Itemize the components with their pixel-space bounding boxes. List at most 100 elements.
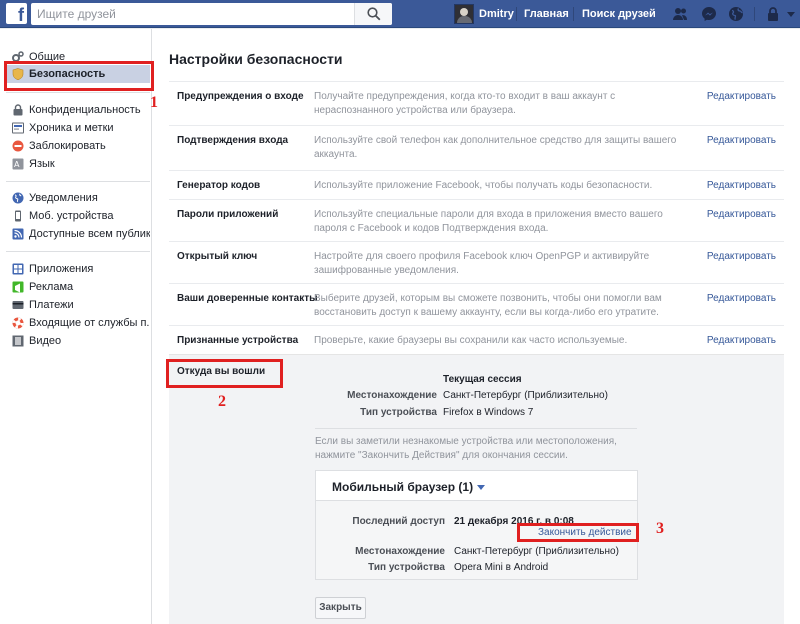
sidebar-item-timeline[interactable]: Хроника и метки: [6, 119, 150, 137]
language-icon: A: [12, 158, 24, 170]
sidebar-item-notifications[interactable]: Уведомления: [6, 189, 150, 207]
chevron-down-icon: [477, 485, 486, 491]
sidebar-item-ads[interactable]: Реклама: [6, 278, 150, 296]
annotation-box-security: [4, 61, 154, 91]
sidebar-item-label: Конфиденциальность: [29, 104, 141, 116]
device-type-value: Opera Mini в Android: [454, 562, 549, 573]
edit-link[interactable]: Редактировать: [707, 293, 776, 304]
unknown-devices-hint: Если вы заметили незнакомые устройства и…: [315, 428, 637, 463]
annotation-box-where-logged-in: [166, 359, 283, 388]
sidebar-item-label: Моб. устройства: [29, 210, 114, 222]
location-value: Санкт-Петербург (Приблизительно): [454, 546, 619, 557]
setting-description: Получайте предупреждения, когда кто-то в…: [314, 91, 616, 116]
sidebar-item-label: Реклама: [29, 281, 74, 293]
location-value: Санкт-Петербург (Приблизительно): [443, 390, 608, 401]
sidebar-item-label: Видео: [29, 335, 62, 347]
privacy-lock-icon[interactable]: [766, 6, 780, 22]
setting-label: Ваши доверенные контакты: [177, 293, 318, 304]
home-link[interactable]: Главная: [524, 8, 569, 20]
top-navigation-bar: f Dmitry Главная Поиск друзей: [0, 0, 800, 28]
setting-description: Выберите друзей, которым вы сможете позв…: [314, 293, 662, 318]
setting-row-recognized-devices[interactable]: Признанные устройства Проверьте, какие б…: [169, 325, 784, 354]
notifications-globe-icon[interactable]: [728, 6, 744, 22]
last-access-label: Последний доступ: [352, 516, 445, 527]
search-button[interactable]: [354, 3, 392, 25]
device-type-label: Тип устройства: [368, 562, 445, 573]
sidebar-item-blocking[interactable]: Заблокировать: [6, 137, 150, 155]
ads-icon: [12, 281, 24, 293]
edit-link[interactable]: Редактировать: [707, 335, 776, 346]
find-friends-link[interactable]: Поиск друзей: [582, 8, 656, 20]
facebook-logo[interactable]: f: [6, 3, 27, 24]
setting-row-code-generator[interactable]: Генератор кодов Используйте приложение F…: [169, 170, 784, 199]
lifebuoy-icon: [12, 317, 24, 329]
sidebar-item-label: Уведомления: [29, 192, 98, 204]
dropdown-caret-icon[interactable]: [786, 6, 796, 22]
setting-label: Пароли приложений: [177, 209, 279, 220]
settings-sidebar: Общие Безопасность Конфиденциальность Хр…: [0, 29, 152, 624]
setting-label: Открытый ключ: [177, 251, 258, 262]
setting-label: Предупреждения о входе: [177, 91, 304, 102]
setting-row-app-passwords[interactable]: Пароли приложений Используйте специальны…: [169, 199, 784, 241]
sidebar-item-apps[interactable]: Приложения: [6, 260, 150, 278]
setting-description: Проверьте, какие браузеры вы сохранили к…: [314, 335, 628, 346]
mobile-session-toggle[interactable]: Мобильный браузер (1): [332, 480, 486, 494]
edit-link[interactable]: Редактировать: [707, 251, 776, 262]
sidebar-item-label: Входящие от службы п...: [29, 317, 150, 329]
setting-description: Используйте свой телефон как дополнитель…: [314, 135, 677, 160]
annotation-number-1: 1: [150, 94, 158, 111]
avatar[interactable]: [454, 4, 474, 24]
sidebar-item-mobile[interactable]: Моб. устройства: [6, 207, 150, 225]
setting-description: Используйте специальные пароли для входа…: [314, 209, 663, 234]
profile-link[interactable]: Dmitry: [479, 8, 514, 20]
setting-description: Настройте для своего профиля Facebook кл…: [314, 251, 650, 276]
where-logged-in-section: Откуда вы вошли Текущая сессия Местонахо…: [169, 354, 784, 624]
sidebar-item-payments[interactable]: Платежи: [6, 296, 150, 314]
edit-link[interactable]: Редактировать: [707, 91, 776, 102]
sidebar-item-label: Платежи: [29, 299, 74, 311]
edit-link[interactable]: Редактировать: [707, 180, 776, 191]
svg-text:A: A: [14, 160, 20, 169]
close-button[interactable]: Закрыть: [315, 597, 366, 619]
mobile-session-header[interactable]: Мобильный браузер (1): [316, 471, 637, 501]
setting-label: Подтверждения входа: [177, 135, 289, 146]
sidebar-item-videos[interactable]: Видео: [6, 332, 150, 350]
card-icon: [12, 301, 24, 309]
sidebar-item-label: Приложения: [29, 263, 94, 275]
sidebar-item-label: Доступные всем публик...: [29, 228, 150, 240]
sidebar-item-label: Заблокировать: [29, 140, 106, 152]
sidebar-item-support-inbox[interactable]: Входящие от службы п...: [6, 314, 150, 332]
setting-label: Признанные устройства: [177, 335, 299, 346]
edit-link[interactable]: Редактировать: [707, 209, 776, 220]
mobile-icon: [15, 210, 21, 222]
timeline-icon: [12, 122, 24, 134]
setting-row-public-key[interactable]: Открытый ключ Настройте для своего профи…: [169, 241, 784, 283]
sidebar-item-privacy[interactable]: Конфиденциальность: [6, 101, 150, 119]
sidebar-item-label: Хроника и метки: [29, 122, 114, 134]
annotation-number-3: 3: [656, 520, 664, 537]
current-session-title: Текущая сессия: [443, 374, 522, 385]
annotation-box-end-activity: [517, 523, 639, 542]
mobile-session-title: Мобильный браузер (1): [332, 480, 474, 494]
search-input[interactable]: [31, 3, 351, 25]
search-box: [31, 3, 392, 25]
setting-description: Используйте приложение Facebook, чтобы п…: [314, 180, 653, 191]
sidebar-item-label: Язык: [29, 158, 55, 170]
device-type-label: Тип устройства: [360, 407, 437, 418]
friend-requests-icon[interactable]: [672, 6, 688, 22]
setting-label: Генератор кодов: [177, 180, 261, 191]
lock-icon: [13, 104, 23, 116]
sidebar-item-language[interactable]: A Язык: [6, 155, 150, 173]
setting-row-trusted-contacts[interactable]: Ваши доверенные контакты Выберите друзей…: [169, 283, 784, 325]
location-label: Местонахождение: [355, 546, 445, 557]
messenger-icon[interactable]: [701, 6, 717, 22]
sidebar-item-public-posts[interactable]: Доступные всем публик...: [6, 225, 150, 243]
page-title: Настройки безопасности: [169, 51, 343, 67]
edit-link[interactable]: Редактировать: [707, 135, 776, 146]
setting-row-login-approvals[interactable]: Подтверждения входа Используйте свой тел…: [169, 125, 784, 170]
device-type-value: Firefox в Windows 7: [443, 407, 534, 418]
rss-icon: [12, 228, 24, 240]
block-icon: [12, 140, 24, 152]
security-settings-panel: Настройки безопасности Предупреждения о …: [152, 29, 800, 624]
setting-row-login-alerts[interactable]: Предупреждения о входе Получайте предупр…: [169, 81, 784, 125]
